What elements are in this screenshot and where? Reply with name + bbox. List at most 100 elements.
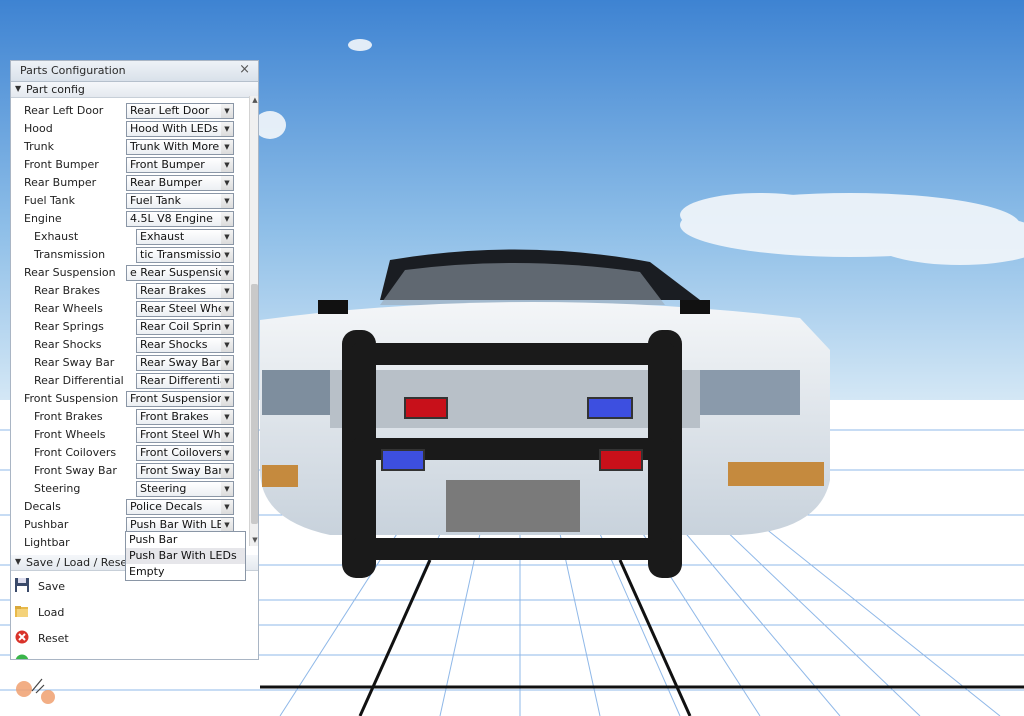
dropdown-option[interactable]: Empty [126, 564, 245, 580]
chevron-down-icon[interactable]: ▼ [221, 356, 233, 370]
part-select[interactable]: e Rear Suspension ▼ [126, 265, 234, 281]
part-select[interactable]: Rear Coil Springs ▼ [136, 319, 234, 335]
part-select-value: Hood With LEDs [130, 122, 218, 135]
led-red-bottom [599, 449, 643, 471]
part-label: Transmission [34, 248, 106, 261]
part-select[interactable]: Rear Differential ▼ [136, 373, 234, 389]
chevron-down-icon[interactable]: ▼ [221, 320, 233, 334]
part-select[interactable]: Front Bumper ▼ [126, 157, 234, 173]
part-select-value: Front Suspension [130, 392, 225, 405]
chevron-down-icon[interactable]: ▼ [221, 500, 233, 514]
part-label: Rear Suspension [24, 266, 116, 279]
part-select[interactable]: Front Sway Bar ▼ [136, 463, 234, 479]
chevron-down-icon[interactable]: ▼ [221, 140, 233, 154]
scroll-thumb[interactable] [251, 284, 258, 524]
chevron-down-icon[interactable]: ▼ [221, 284, 233, 298]
part-config-scrollbar[interactable]: ▲ ▼ [249, 96, 258, 546]
part-select-value: Rear Steel Wheels [140, 302, 234, 315]
part-select-value: Rear Differential [140, 374, 230, 387]
chevron-down-icon[interactable]: ▼ [221, 518, 233, 532]
part-select-value: Exhaust [140, 230, 185, 243]
part-label: Front Suspension [24, 392, 119, 405]
part-select[interactable]: Rear Bumper ▼ [126, 175, 234, 191]
part-select-value: Rear Left Door [130, 104, 210, 117]
collapse-arrow-icon[interactable]: ▼ [15, 557, 21, 566]
part-select-value: Rear Coil Springs [140, 320, 234, 333]
chevron-down-icon[interactable]: ▼ [221, 302, 233, 316]
part-select[interactable]: Front Brakes ▼ [136, 409, 234, 425]
part-select[interactable]: Fuel Tank ▼ [126, 193, 234, 209]
load-label: Load [38, 606, 65, 619]
floppy-disk-icon [15, 578, 29, 592]
part-select-value: Front Steel Wheels [140, 428, 234, 441]
part-label: Front Coilovers [34, 446, 117, 459]
part-config-label: Part config [26, 83, 85, 96]
part-label: Steering [34, 482, 81, 495]
chevron-down-icon[interactable]: ▼ [221, 410, 233, 424]
close-icon[interactable]: × [239, 62, 250, 77]
part-label: Fuel Tank [24, 194, 75, 207]
part-select-value: Front Coilovers [140, 446, 223, 459]
chevron-down-icon[interactable]: ▼ [221, 158, 233, 172]
part-label: Front Bumper [24, 158, 99, 171]
chevron-down-icon[interactable]: ▼ [221, 266, 233, 280]
part-label: Rear Differential [34, 374, 124, 387]
chevron-down-icon[interactable]: ▼ [221, 212, 233, 226]
part-select[interactable]: Rear Left Door ▼ [126, 103, 234, 119]
chevron-down-icon[interactable]: ▼ [221, 464, 233, 478]
part-label: Front Brakes [34, 410, 103, 423]
part-config-header[interactable]: ▼ Part config [11, 82, 258, 98]
part-label: Rear Bumper [24, 176, 97, 189]
chevron-down-icon[interactable]: ▼ [221, 392, 233, 406]
part-select[interactable]: Front Suspension ▼ [126, 391, 234, 407]
chevron-down-icon[interactable]: ▼ [221, 194, 233, 208]
part-select[interactable]: Trunk With More LEDs▼ [126, 139, 234, 155]
chevron-down-icon[interactable]: ▼ [221, 428, 233, 442]
window-titlebar[interactable]: Parts Configuration × [11, 61, 258, 82]
chevron-down-icon[interactable]: ▼ [221, 176, 233, 190]
collapse-arrow-icon[interactable]: ▼ [15, 84, 21, 93]
part-select[interactable]: Police Decals ▼ [126, 499, 234, 515]
chevron-down-icon[interactable]: ▼ [221, 248, 233, 262]
part-select-value: Front Sway Bar [140, 464, 223, 477]
part-select-value: Rear Bumper [130, 176, 203, 189]
window-title: Parts Configuration [20, 64, 126, 77]
reset-label: Reset [38, 632, 69, 645]
chevron-down-icon[interactable]: ▼ [221, 122, 233, 136]
scroll-down-icon[interactable]: ▼ [250, 536, 258, 546]
part-select-value: Front Bumper [130, 158, 205, 171]
part-label: Front Wheels [34, 428, 106, 441]
chevron-down-icon[interactable]: ▼ [221, 446, 233, 460]
chevron-down-icon[interactable]: ▼ [221, 104, 233, 118]
folder-open-icon [15, 606, 28, 617]
part-select[interactable]: Rear Shocks ▼ [136, 337, 234, 353]
dropdown-option[interactable]: Push Bar [126, 532, 245, 548]
part-select-value: Steering [140, 482, 187, 495]
part-select[interactable]: Rear Brakes ▼ [136, 283, 234, 299]
chevron-down-icon[interactable]: ▼ [221, 482, 233, 496]
dropdown-option[interactable]: Push Bar With LEDs [126, 548, 245, 564]
part-select[interactable]: Front Coilovers ▼ [136, 445, 234, 461]
part-select-value: Rear Brakes [140, 284, 206, 297]
chevron-down-icon[interactable]: ▼ [221, 374, 233, 388]
save-load-reset-label: Save / Load / Reset [26, 556, 132, 569]
part-label: Rear Shocks [34, 338, 102, 351]
part-select[interactable]: Hood With LEDs ▼ [126, 121, 234, 137]
scroll-up-icon[interactable]: ▲ [250, 96, 258, 106]
part-select[interactable]: Front Steel Wheels ▼ [136, 427, 234, 443]
part-label: Rear Springs [34, 320, 104, 333]
chevron-down-icon[interactable]: ▼ [221, 230, 233, 244]
chevron-down-icon[interactable]: ▼ [221, 338, 233, 352]
part-select-value: tic Transmission [140, 248, 228, 261]
part-select-value: Trunk With More LEDs [130, 140, 233, 153]
led-blue-bottom [381, 449, 425, 471]
part-select-value: 4.5L V8 Engine [130, 212, 213, 225]
part-label: Rear Brakes [34, 284, 100, 297]
part-select[interactable]: tic Transmission ▼ [136, 247, 234, 263]
part-select[interactable]: Exhaust ▼ [136, 229, 234, 245]
part-select[interactable]: Steering ▼ [136, 481, 234, 497]
part-select[interactable]: Rear Sway Bar ▼ [136, 355, 234, 371]
part-label: Exhaust [34, 230, 79, 243]
part-select[interactable]: Rear Steel Wheels ▼ [136, 301, 234, 317]
part-select[interactable]: 4.5L V8 Engine ▼ [126, 211, 234, 227]
